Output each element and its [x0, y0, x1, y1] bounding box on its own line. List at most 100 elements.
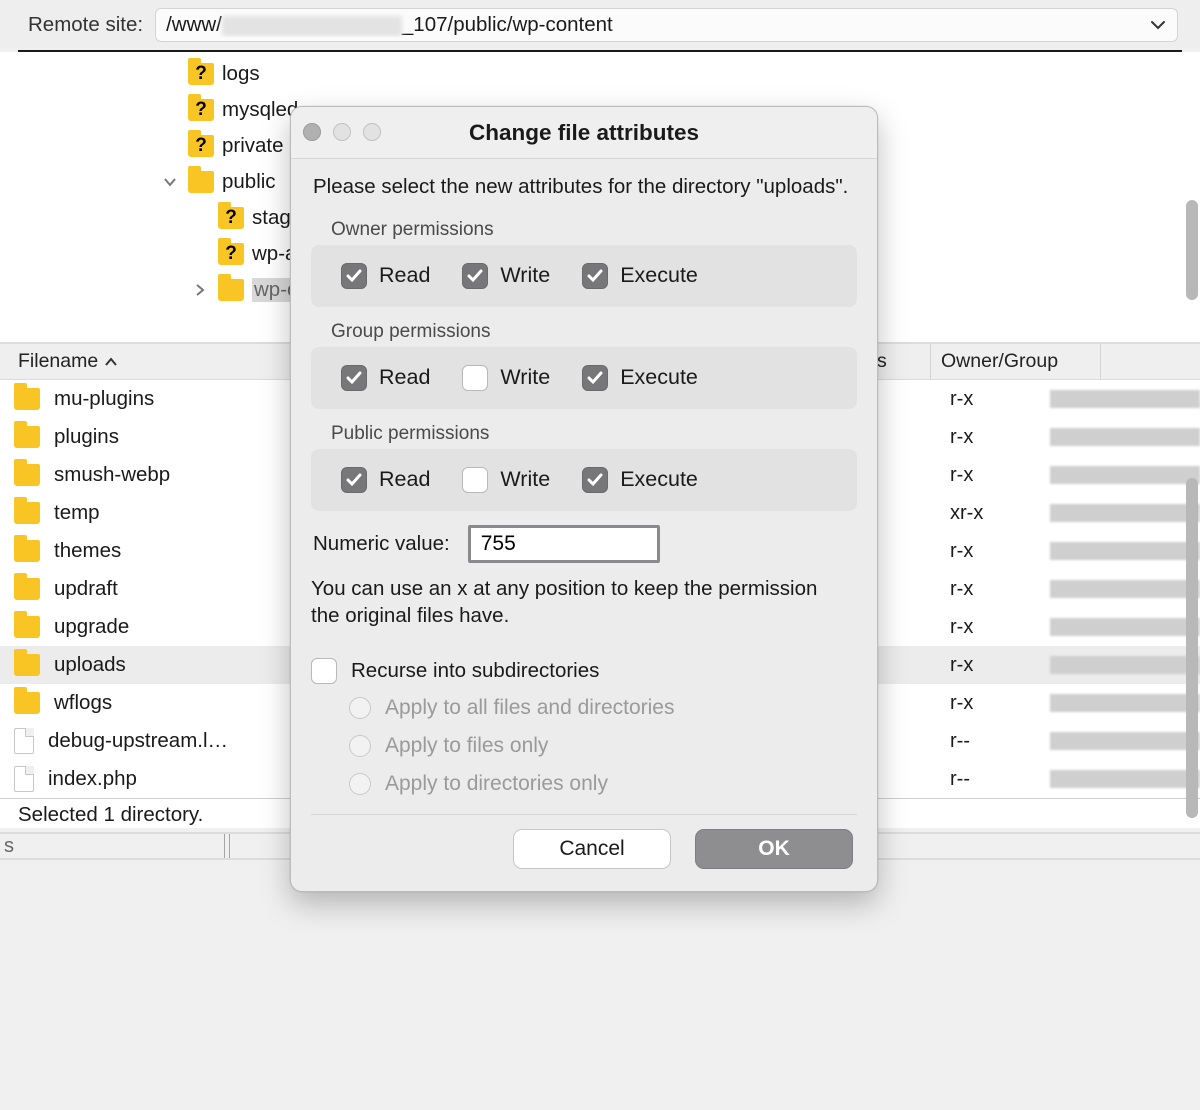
perm-execute: Execute — [582, 263, 698, 289]
perm-read-checkbox[interactable] — [341, 467, 367, 493]
perm-execute-checkbox[interactable] — [582, 263, 608, 289]
file-permissions: r-x — [950, 388, 1036, 411]
folder-icon — [14, 540, 40, 562]
folder-unknown-icon — [188, 135, 214, 157]
recurse-label: Recurse into subdirectories — [351, 659, 599, 683]
file-icon — [14, 728, 34, 754]
perm-execute-checkbox[interactable] — [582, 365, 608, 391]
remote-site-label: Remote site: — [28, 13, 143, 37]
tree-item-label: mysqled — [222, 98, 298, 122]
perm-write-checkbox[interactable] — [462, 467, 488, 493]
tree-item-logs[interactable]: logs — [0, 56, 1200, 92]
file-permissions: r-x — [950, 578, 1036, 601]
ok-button[interactable]: OK — [695, 829, 853, 869]
perm-write: Write — [462, 263, 550, 289]
cancel-button[interactable]: Cancel — [513, 829, 671, 869]
folder-icon — [14, 502, 40, 524]
perm-group-label: Public permissions — [331, 423, 857, 445]
perm-group-box: Read Write Execute — [311, 449, 857, 511]
tree-item-label: public — [222, 170, 276, 194]
folder-icon — [218, 279, 244, 301]
perm-write-checkbox[interactable] — [462, 263, 488, 289]
folder-icon — [14, 616, 40, 638]
file-owner-group — [1050, 732, 1200, 750]
sort-ascending-icon — [104, 354, 118, 370]
apply-option-radio — [349, 735, 371, 757]
perm-read-checkbox[interactable] — [341, 365, 367, 391]
dialog-button-row: Cancel OK — [311, 829, 857, 881]
apply-option: Apply to directories only — [349, 772, 857, 796]
window-controls — [303, 123, 381, 141]
perm-read-checkbox[interactable] — [341, 263, 367, 289]
remote-path-combobox[interactable]: /www/_107/public/wp-content — [155, 8, 1178, 42]
zoom-window-button[interactable] — [363, 123, 381, 141]
apply-option-radio — [349, 773, 371, 795]
perm-execute-checkbox[interactable] — [582, 467, 608, 493]
perm-group-label: Group permissions — [331, 321, 857, 343]
apply-option: Apply to files only — [349, 734, 857, 758]
file-permissions: r-x — [950, 426, 1036, 449]
folder-icon — [14, 388, 40, 410]
folder-icon — [14, 426, 40, 448]
chevron-right-icon[interactable] — [190, 283, 210, 297]
folder-unknown-icon — [188, 99, 214, 121]
redacted-segment — [222, 16, 402, 36]
tree-scrollbar[interactable] — [1186, 200, 1198, 300]
apply-option-label: Apply to directories only — [385, 772, 608, 796]
perm-read: Read — [341, 467, 430, 493]
recurse-apply-options: Apply to all files and directories Apply … — [349, 696, 857, 796]
numeric-value-label: Numeric value: — [313, 532, 450, 556]
path-dropdown-button[interactable] — [1147, 14, 1169, 36]
file-owner-group — [1050, 504, 1200, 522]
remote-path-text: /www/_107/public/wp-content — [166, 13, 1147, 37]
perm-group-box: ReadWriteExecute — [311, 347, 857, 409]
remote-site-row: Remote site: /www/_107/public/wp-content — [0, 0, 1200, 48]
perm-execute: Execute — [582, 467, 698, 493]
file-owner-group — [1050, 656, 1200, 674]
file-permissions: r-x — [950, 654, 1036, 677]
perm-read-label: Read — [379, 365, 430, 390]
file-permissions: r-x — [950, 540, 1036, 563]
perm-execute-label: Execute — [620, 467, 698, 492]
tree-item-label: private — [222, 134, 284, 158]
folder-unknown-icon — [218, 207, 244, 229]
file-permissions: r-x — [950, 464, 1036, 487]
chevron-down-icon — [1151, 20, 1165, 30]
chevron-down-icon[interactable] — [160, 177, 180, 187]
list-scrollbar[interactable] — [1186, 478, 1198, 818]
tree-item-label: logs — [222, 62, 260, 86]
perm-write-label: Write — [500, 467, 550, 492]
file-permissions: r-x — [950, 692, 1036, 715]
file-owner-group — [1050, 618, 1200, 636]
folder-icon — [14, 654, 40, 676]
numeric-hint: You can use an x at any position to keep… — [311, 575, 857, 630]
minimize-window-button[interactable] — [333, 123, 351, 141]
folder-icon — [14, 692, 40, 714]
file-owner-group — [1050, 542, 1200, 560]
perm-write-checkbox[interactable] — [462, 365, 488, 391]
dialog-separator — [311, 814, 857, 815]
apply-option-radio — [349, 697, 371, 719]
perm-write-label: Write — [500, 365, 550, 390]
file-permissions: xr-x — [950, 502, 1036, 525]
perm-write: Write — [462, 365, 550, 391]
file-permissions: r-- — [950, 730, 1036, 753]
column-owner-group[interactable]: Owner/Group — [930, 344, 1100, 379]
perm-read-label: Read — [379, 467, 430, 492]
close-window-button[interactable] — [303, 123, 321, 141]
perm-read-label: Read — [379, 263, 430, 288]
folder-unknown-icon — [188, 63, 214, 85]
file-owner-group — [1050, 428, 1200, 446]
change-file-attributes-dialog: Change file attributes Please select the… — [290, 106, 878, 892]
numeric-value-input[interactable] — [468, 525, 660, 563]
file-icon — [14, 766, 34, 792]
file-owner-group — [1050, 580, 1200, 598]
apply-option-label: Apply to all files and directories — [385, 696, 674, 720]
dialog-intro: Please select the new attributes for the… — [311, 173, 857, 213]
recurse-checkbox[interactable] — [311, 658, 337, 684]
perm-read: Read — [341, 365, 430, 391]
recurse-row: Recurse into subdirectories — [311, 658, 857, 684]
file-owner-group — [1050, 390, 1200, 408]
folder-unknown-icon — [218, 243, 244, 265]
folder-icon — [14, 464, 40, 486]
